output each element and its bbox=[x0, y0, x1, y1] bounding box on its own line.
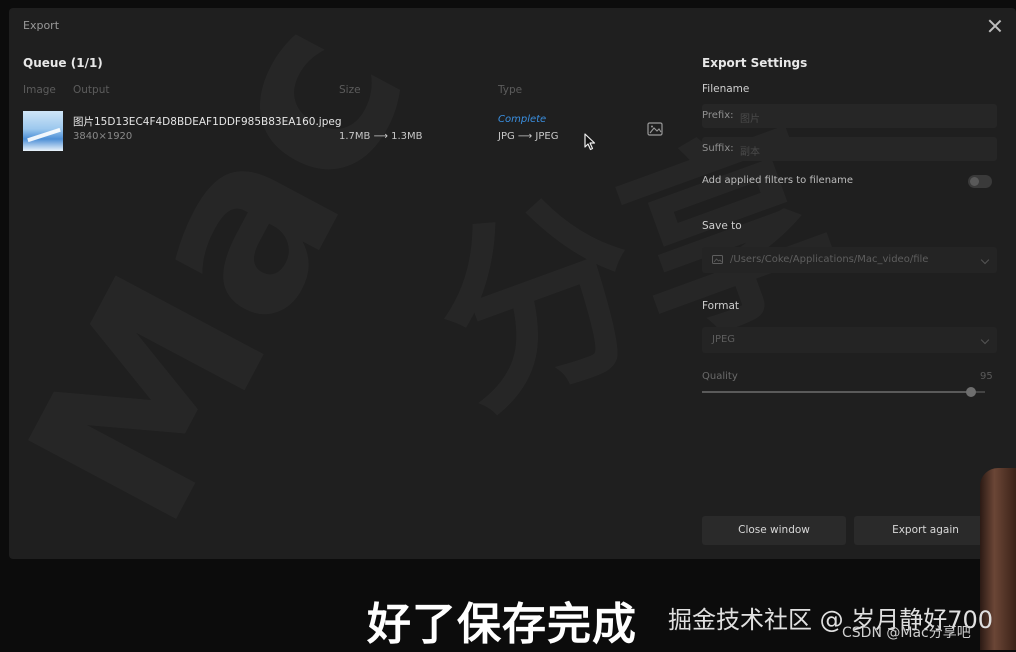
save-to-label: Save to bbox=[702, 220, 742, 232]
csdn-watermark: CSDN @Mac分享吧 bbox=[842, 625, 971, 641]
export-settings-panel: Export Settings Filename Prefix: 图片 Suff… bbox=[702, 8, 1002, 559]
column-header-output: Output bbox=[73, 84, 110, 96]
window-title: Export bbox=[23, 19, 60, 32]
column-header-type: Type bbox=[498, 84, 523, 96]
suffix-field[interactable]: Suffix: 副本 bbox=[702, 137, 997, 161]
mouse-cursor-icon bbox=[584, 133, 596, 151]
quality-slider[interactable] bbox=[702, 387, 985, 397]
image-thumbnail bbox=[23, 111, 63, 151]
folder-icon bbox=[712, 255, 723, 264]
export-again-button[interactable]: Export again bbox=[854, 516, 997, 545]
prefix-input[interactable]: 图片 bbox=[740, 110, 760, 125]
type-change: JPG ⟶ JPEG bbox=[498, 131, 559, 142]
save-path-value: /Users/Coke/Applications/Mac_video/file bbox=[730, 254, 929, 265]
prefix-label: Prefix: bbox=[702, 110, 734, 121]
status-complete: Complete bbox=[498, 114, 547, 125]
queue-title: Queue (1/1) bbox=[23, 56, 103, 70]
format-label: Format bbox=[702, 300, 740, 312]
export-window: Mac 分享 Export Queue (1/1) Image Output S… bbox=[9, 8, 1016, 559]
show-in-folder-icon[interactable] bbox=[647, 122, 663, 136]
save-path-select[interactable]: /Users/Coke/Applications/Mac_video/file bbox=[702, 247, 997, 273]
close-window-button[interactable]: Close window bbox=[702, 516, 846, 545]
format-value: JPEG bbox=[712, 334, 736, 345]
chevron-down-icon bbox=[980, 335, 990, 345]
quality-value: 95 bbox=[980, 371, 993, 382]
quality-label: Quality bbox=[702, 371, 738, 382]
applied-filters-label: Add applied filters to filename bbox=[702, 175, 854, 186]
applied-filters-toggle[interactable] bbox=[968, 175, 992, 188]
video-subtitle: 好了保存完成 bbox=[367, 599, 637, 650]
chevron-down-icon bbox=[980, 255, 990, 265]
quality-slider-fill bbox=[702, 391, 971, 393]
output-filename: 图片15D13EC4F4D8BDEAF1DDF985B83EA160.jpeg bbox=[73, 116, 342, 128]
quality-slider-handle[interactable] bbox=[965, 387, 976, 397]
size-change: 1.7MB ⟶ 1.3MB bbox=[339, 131, 423, 142]
column-header-size: Size bbox=[339, 84, 361, 96]
suffix-input[interactable]: 副本 bbox=[740, 143, 760, 158]
output-dimensions: 3840×1920 bbox=[73, 131, 133, 142]
column-header-image: Image bbox=[23, 84, 56, 96]
suffix-label: Suffix: bbox=[702, 143, 734, 154]
prefix-field[interactable]: Prefix: 图片 bbox=[702, 104, 997, 128]
filename-label: Filename bbox=[702, 83, 750, 95]
format-select[interactable]: JPEG bbox=[702, 327, 997, 353]
settings-title: Export Settings bbox=[702, 56, 808, 70]
